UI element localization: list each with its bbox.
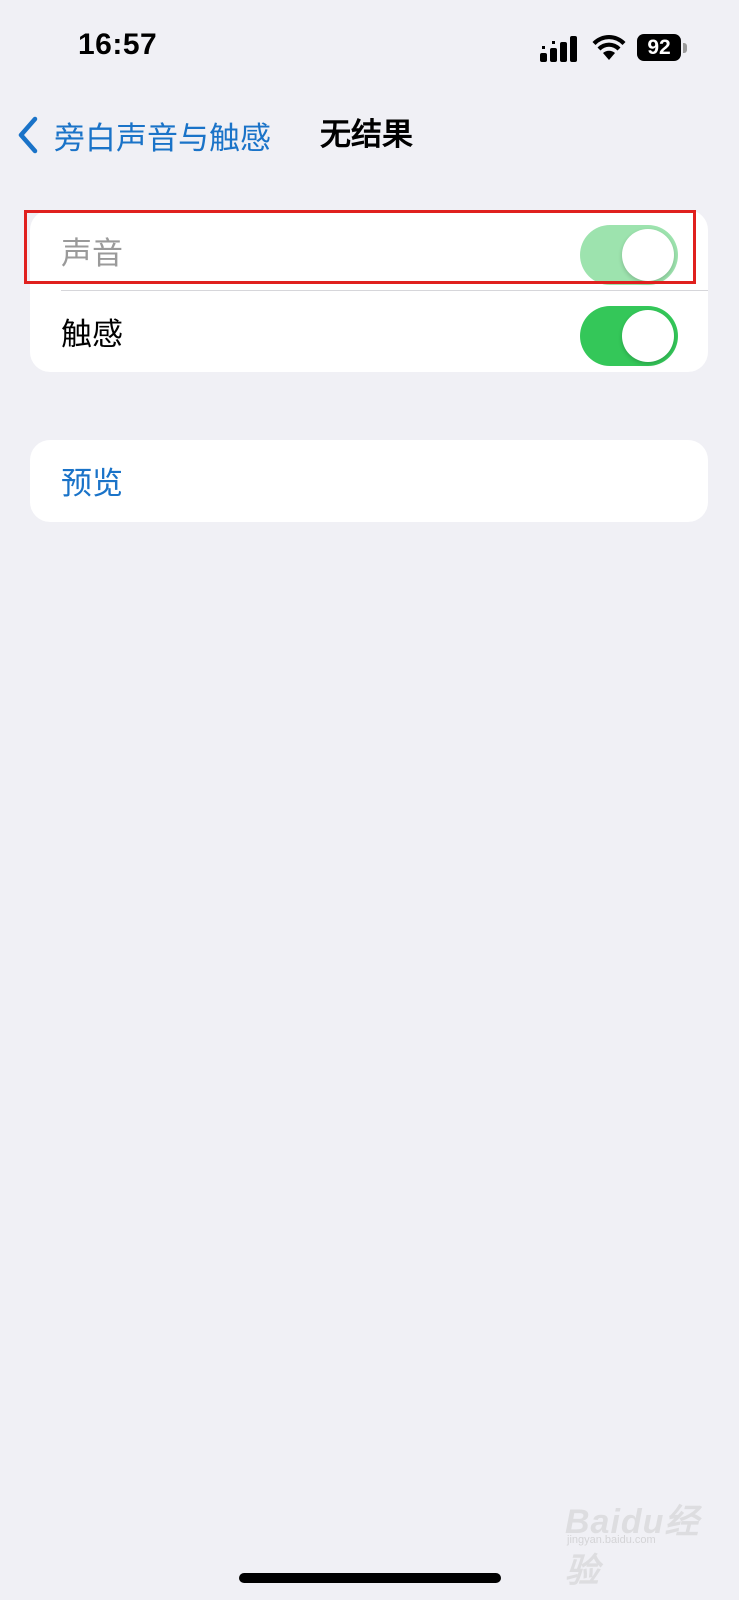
cellular-signal-icon: [540, 36, 577, 62]
wifi-icon: [592, 35, 626, 60]
back-button[interactable]: 旁白声音与触感: [16, 110, 271, 160]
setting-row-sound: 声音: [30, 210, 708, 291]
setting-label-sound: 声音: [61, 236, 123, 272]
chevron-left-icon: [18, 116, 38, 154]
battery-level: 92: [637, 34, 681, 61]
sound-toggle[interactable]: [580, 225, 678, 285]
toggle-knob: [622, 229, 674, 281]
preview-row[interactable]: 预览: [30, 440, 708, 521]
preview-group: 预览: [30, 440, 708, 522]
setting-label-haptics: 触感: [61, 317, 123, 353]
home-indicator[interactable]: [239, 1573, 501, 1583]
page-title: 无结果: [320, 117, 413, 153]
toggle-knob: [622, 310, 674, 362]
preview-button[interactable]: 预览: [61, 458, 123, 503]
toggle-settings-group: 声音 触感: [30, 210, 708, 372]
status-time: 16:57: [78, 28, 158, 61]
battery-icon: 92: [637, 34, 689, 62]
setting-row-haptics: 触感: [30, 291, 708, 372]
baidu-watermark: Baidu经验 jingyan.baidu.com: [565, 1486, 705, 1590]
haptics-toggle[interactable]: [580, 306, 678, 366]
battery-cap: [683, 43, 687, 53]
status-bar: 16:57 92: [0, 0, 739, 100]
back-button-label: 旁白声音与触感: [54, 120, 271, 157]
watermark-subtext: jingyan.baidu.com: [567, 1534, 656, 1546]
navigation-bar: 旁白声音与触感 无结果: [0, 100, 739, 170]
